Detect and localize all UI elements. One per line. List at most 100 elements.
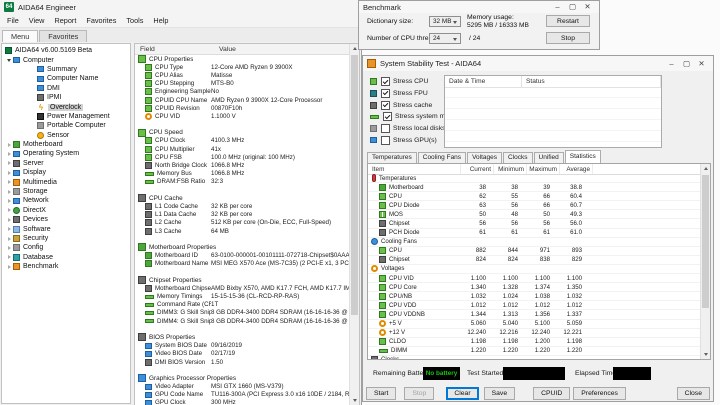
close-button[interactable]: Close	[676, 386, 710, 400]
field-row[interactable]: Video Adapter MSI GTX 1660 (MS-V379)	[135, 383, 350, 391]
field-group-cpu-properties[interactable]: CPU Properties	[135, 55, 350, 64]
field-row[interactable]: L3 Cache 64 MB	[135, 227, 350, 235]
scroll-down-icon[interactable]	[701, 350, 710, 359]
start-button[interactable]: Start	[366, 386, 397, 400]
tree-item-operating-system[interactable]: Operating System	[2, 149, 130, 158]
menu-file[interactable]: File	[2, 16, 24, 25]
field-row[interactable]: CPU VID 1.1000 V	[135, 112, 350, 120]
log-col-date-time[interactable]: Date & Time	[445, 76, 522, 87]
tree-item-server[interactable]: Server	[2, 159, 130, 168]
tree-item-computer-name[interactable]: Computer Name	[2, 74, 130, 83]
benchmark-stop-button[interactable]: Stop	[546, 32, 590, 44]
menu-favorites[interactable]: Favorites	[81, 16, 121, 25]
field-row[interactable]: Memory Timings 15-15-15-36 (CL-RCD-RP-RAS…	[135, 292, 350, 300]
stats-col-minimum[interactable]: Minimum	[494, 164, 527, 174]
chevron-right-icon[interactable]	[5, 218, 13, 222]
chevron-right-icon[interactable]	[5, 199, 13, 203]
tree-item-config[interactable]: Config	[2, 243, 130, 252]
stats-row[interactable]: CPU VID 1.100 1.100 1.100 1.100	[368, 274, 701, 284]
stats-row[interactable]: DIMM 1.220 1.220 1.220 1.220	[368, 347, 701, 356]
field-row[interactable]: CPU Alias Matisse	[135, 71, 350, 79]
checkbox[interactable]	[381, 135, 390, 145]
menu-tools[interactable]: Tools	[121, 16, 148, 25]
field-row[interactable]: CPU Clock 4100.3 MHz	[135, 137, 350, 145]
field-row[interactable]: L1 Data Cache 32 KB per core	[135, 211, 350, 219]
menu-view[interactable]: View	[24, 16, 50, 25]
tree-item-dmi[interactable]: DMI	[2, 84, 130, 93]
stats-row[interactable]: +12 V 12.240 12.216 12.240 12.221	[368, 329, 701, 338]
field-row[interactable]: GPU Clock 300 MHz	[135, 399, 350, 405]
field-scrollbar[interactable]	[349, 44, 359, 405]
dictionary-size-select[interactable]: 32 MB	[429, 16, 461, 27]
chevron-right-icon[interactable]	[5, 161, 13, 165]
tab-cooling-fans[interactable]: Cooling Fans	[417, 152, 467, 163]
field-group-cpu-speed[interactable]: CPU Speed	[135, 128, 350, 137]
preferences-button[interactable]: Preferences	[573, 386, 626, 400]
field-row[interactable]: Video BIOS Date 02/17/19	[135, 350, 350, 358]
cpuid-button[interactable]: CPUID	[533, 386, 571, 400]
field-row[interactable]: L1 Code Cache 32 KB per core	[135, 202, 350, 210]
scrollbar-thumb[interactable]	[702, 175, 709, 308]
restart-button[interactable]: Restart	[546, 15, 590, 27]
field-row[interactable]: Memory Bus 1066.8 MHz	[135, 170, 350, 178]
stats-row[interactable]: CPU 62 55 66 60.4	[368, 192, 701, 202]
chevron-right-icon[interactable]	[5, 246, 13, 250]
stats-row[interactable]: CPU/NB 1.032 1.024 1.038 1.032	[368, 292, 701, 302]
field-group-cpu-cache[interactable]: CPU Cache	[135, 194, 350, 203]
stats-group-cooling-fans[interactable]: Cooling Fans	[368, 238, 701, 247]
stats-row[interactable]: CPU VDDNB 1.344 1.313 1.356 1.337	[368, 310, 701, 320]
tree-item-storage[interactable]: Storage	[2, 187, 130, 196]
minimize-icon[interactable]: –	[664, 57, 679, 71]
checkbox[interactable]	[381, 100, 390, 110]
field-group-chipset-properties[interactable]: Chipset Properties	[135, 276, 350, 285]
close-icon[interactable]: ✕	[580, 0, 595, 14]
chevron-right-icon[interactable]	[5, 255, 13, 259]
tree-item-overclock[interactable]: ϟ Overclock	[2, 102, 130, 111]
tree-item-directx[interactable]: DirectX	[2, 206, 130, 215]
save-button[interactable]: Save	[483, 386, 516, 400]
checkbox[interactable]	[381, 124, 390, 134]
scrollbar-thumb[interactable]	[351, 55, 358, 315]
field-group-bios-properties[interactable]: BIOS Properties	[135, 333, 350, 342]
field-row[interactable]: Motherboard Name MSI MEG X570 Ace (MS-7C3…	[135, 260, 350, 268]
chevron-right-icon[interactable]	[5, 152, 13, 156]
tree-item-benchmark[interactable]: Benchmark	[2, 262, 130, 271]
field-row[interactable]: Motherboard Chipset AMD Bixby X570, AMD K…	[135, 284, 350, 292]
tree-item-multimedia[interactable]: Multimedia	[2, 177, 130, 186]
field-row[interactable]: System BIOS Date 09/16/2019	[135, 342, 350, 350]
stats-row[interactable]: CPU Core 1.340 1.328 1.374 1.350	[368, 283, 701, 293]
checkbox[interactable]	[381, 89, 390, 99]
field-row[interactable]: L2 Cache 512 KB per core (On-Die, ECC, Fu…	[135, 219, 350, 227]
minimize-icon[interactable]: –	[550, 0, 565, 14]
menu-help[interactable]: Help	[148, 16, 173, 25]
scroll-down-icon[interactable]	[350, 396, 359, 405]
chevron-right-icon[interactable]	[5, 143, 13, 147]
clear-button[interactable]: Clear	[446, 386, 479, 400]
field-row[interactable]: DIMM3: G Skill SniperX F4-3400C16-8GSXW8…	[135, 309, 350, 317]
tree-item-portable-computer[interactable]: Portable Computer	[2, 121, 130, 130]
stats-col-average[interactable]: Average	[560, 164, 593, 174]
chevron-right-icon[interactable]	[5, 227, 13, 231]
log-col-status[interactable]: Status	[522, 76, 661, 87]
stats-row[interactable]: +5 V 5.060 5.040 5.100 5.059	[368, 320, 701, 329]
field-group-graphics-processor-properties[interactable]: Graphics Processor Properties	[135, 374, 350, 383]
test-log-list[interactable]: Date & Time Status	[444, 75, 662, 148]
stats-row[interactable]: PCH Diode 61 61 61 61.0	[368, 229, 701, 238]
field-row[interactable]: CPUID Revision 00870F10h	[135, 104, 350, 112]
field-row[interactable]: Motherboard ID 63-0100-000001-00101111-07…	[135, 252, 350, 260]
chevron-down-icon[interactable]	[5, 59, 13, 62]
tab-unified[interactable]: Unified	[533, 152, 564, 163]
field-row[interactable]: CPU Multiplier 41x	[135, 145, 350, 153]
stats-row[interactable]: Motherboard 38 38 39 38.8	[368, 183, 701, 193]
maximize-icon[interactable]: ▢	[679, 57, 694, 71]
field-column-header[interactable]: Field	[135, 46, 217, 53]
chevron-right-icon[interactable]	[5, 265, 13, 269]
scroll-up-icon[interactable]	[701, 164, 710, 173]
tree-item-database[interactable]: Database	[2, 253, 130, 262]
menu-report[interactable]: Report	[49, 16, 81, 25]
field-row[interactable]: CPU Type 12-Core AMD Ryzen 9 3900X	[135, 63, 350, 71]
stats-group-voltages[interactable]: Voltages	[368, 265, 701, 275]
tree-item-devices[interactable]: Devices	[2, 215, 130, 224]
tree-item-ipmi[interactable]: IPMI	[2, 93, 130, 102]
tree-item-summary[interactable]: Summary	[2, 65, 130, 74]
